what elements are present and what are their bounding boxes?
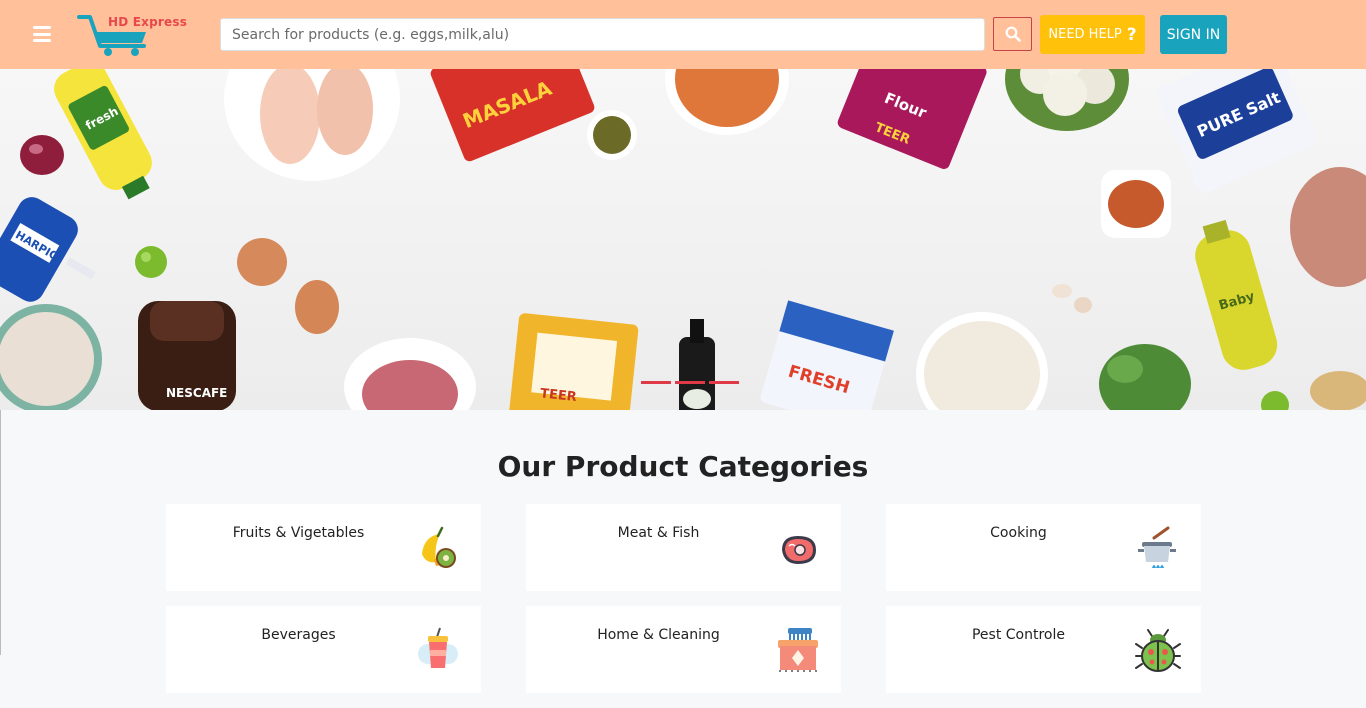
category-label: Pest Controle <box>971 627 1065 643</box>
hamburger-menu-icon[interactable] <box>33 26 51 42</box>
category-card-pest[interactable]: Pest Controle <box>886 606 1201 693</box>
carousel-indicators <box>641 381 739 384</box>
category-label: Cooking <box>990 525 1047 541</box>
sign-in-button[interactable]: SIGN IN <box>1160 15 1227 54</box>
search-button[interactable] <box>993 17 1032 51</box>
category-card-beverages[interactable]: Beverages <box>166 606 481 693</box>
site-header: HD Express NEED HELP ? SIGN IN <box>0 0 1366 69</box>
cooking-pot-icon <box>1138 526 1176 568</box>
fruits-icon <box>422 526 456 568</box>
grocery-banner-illustration: fresh HARPIC NESCAFE MASALA Flour TEER P… <box>0 69 1366 410</box>
category-card-cleaning[interactable]: Home & Cleaning <box>526 606 841 693</box>
category-label: Beverages <box>261 627 336 643</box>
nescafe-label: NESCAFE <box>166 386 227 400</box>
category-card-meat[interactable]: Meat & Fish <box>526 504 841 591</box>
carousel-dot-1[interactable] <box>641 381 671 384</box>
question-icon: ? <box>1126 24 1137 45</box>
need-help-button[interactable]: NEED HELP ? <box>1040 15 1145 54</box>
category-label: Meat & Fish <box>617 525 700 541</box>
cleaning-brush-icon <box>778 628 818 672</box>
carousel-dot-3[interactable] <box>709 381 739 384</box>
categories-title: Our Product Categories <box>497 450 869 483</box>
category-card-fruits[interactable]: Fruits & Vigetables <box>166 504 481 591</box>
search-input[interactable] <box>220 18 985 51</box>
meat-icon <box>782 536 816 564</box>
brand-name[interactable]: HD Express <box>108 15 187 29</box>
beverage-cup-icon <box>418 627 458 668</box>
category-label: Home & Cleaning <box>597 627 720 643</box>
need-help-label: NEED HELP <box>1048 27 1122 42</box>
sign-in-label: SIGN IN <box>1166 26 1221 43</box>
category-label: Fruits & Vigetables <box>232 525 365 541</box>
page-edge-divider <box>0 410 1 655</box>
bug-icon <box>1135 629 1181 672</box>
search-icon <box>1005 26 1021 42</box>
carousel-dot-2[interactable] <box>675 381 705 384</box>
category-card-cooking[interactable]: Cooking <box>886 504 1201 591</box>
hero-banner[interactable]: fresh HARPIC NESCAFE MASALA Flour TEER P… <box>0 69 1366 410</box>
